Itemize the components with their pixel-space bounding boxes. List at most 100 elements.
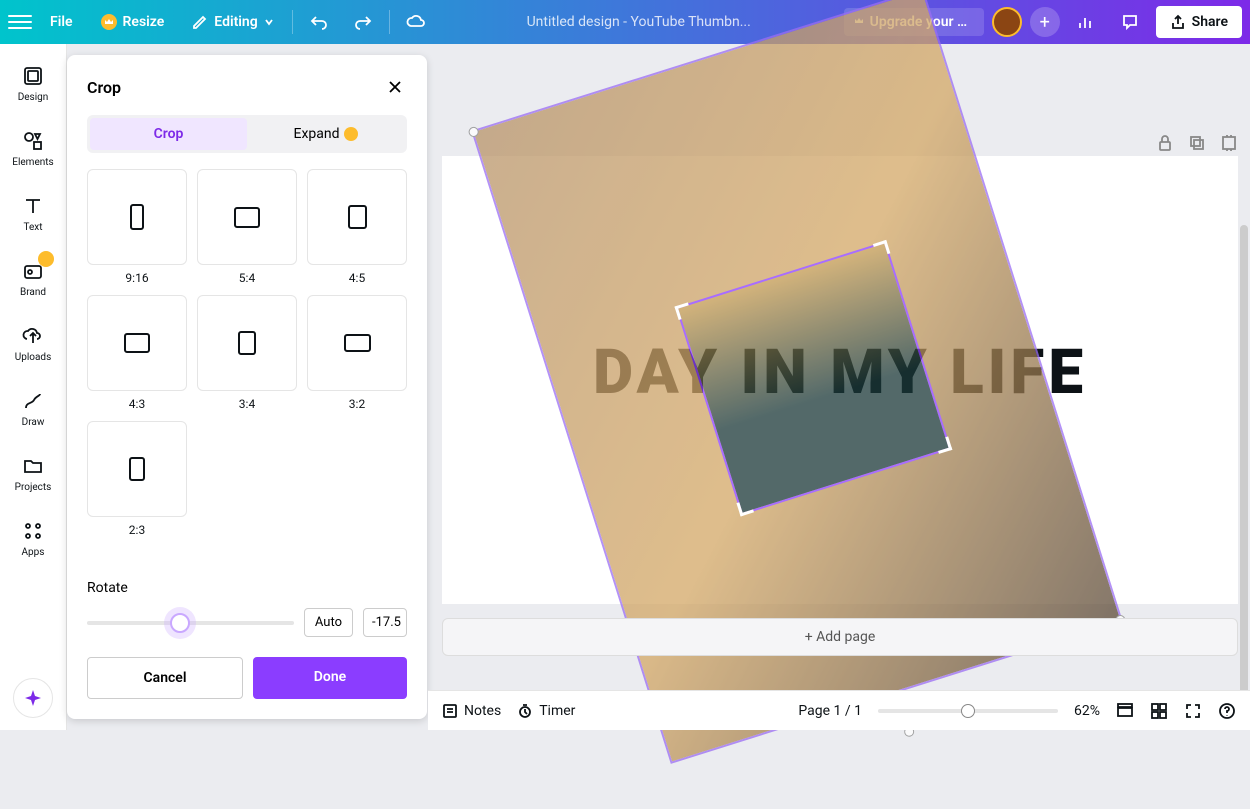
ratio-4-5[interactable]: 4:5 xyxy=(307,169,407,285)
crop-handle-ne[interactable] xyxy=(873,240,891,258)
grid-icon xyxy=(1116,702,1134,720)
ratio-5-4[interactable]: 5:4 xyxy=(197,169,297,285)
sidebar-item-label: Elements xyxy=(12,157,53,168)
rotate-value-input[interactable]: -17.5 xyxy=(363,608,407,637)
rotate-slider-handle[interactable] xyxy=(170,613,190,633)
fullscreen-button[interactable] xyxy=(1184,702,1202,720)
fullscreen-icon xyxy=(1184,702,1202,720)
sidebar-item-label: Draw xyxy=(22,417,45,428)
lock-icon[interactable] xyxy=(1154,132,1176,154)
close-icon xyxy=(387,79,403,95)
uploads-icon xyxy=(21,324,45,348)
analytics-button[interactable] xyxy=(1068,4,1104,40)
sidebar-item-label: Apps xyxy=(22,547,45,558)
divider xyxy=(389,10,390,34)
resize-label: Resize xyxy=(123,14,165,30)
rotate-auto-button[interactable]: Auto xyxy=(304,608,353,637)
ratio-4-3[interactable]: 4:3 xyxy=(87,295,187,411)
menu-icon[interactable] xyxy=(8,10,32,34)
elements-icon xyxy=(21,129,45,153)
ratio-2-3[interactable]: 2:3 xyxy=(87,421,187,537)
sidebar-item-draw[interactable]: Draw xyxy=(0,385,66,432)
notes-label: Notes xyxy=(464,703,501,719)
cancel-button[interactable]: Cancel xyxy=(87,657,243,699)
notes-icon xyxy=(442,703,458,719)
sidebar-item-label: Projects xyxy=(15,482,52,493)
notes-button[interactable]: Notes xyxy=(442,703,501,719)
canvas-area: DAY IN MY LIFE + Add page xyxy=(428,44,1250,690)
crop-selection[interactable] xyxy=(676,241,951,515)
sidebar-item-brand[interactable]: Brand xyxy=(0,255,66,302)
ratio-label: 9:16 xyxy=(125,271,148,285)
help-button[interactable] xyxy=(1218,702,1236,720)
pencil-icon xyxy=(192,14,208,30)
crop-handle-se[interactable] xyxy=(935,436,953,454)
ratio-label: 5:4 xyxy=(239,271,255,285)
redo-button[interactable] xyxy=(345,4,381,40)
crown-icon xyxy=(344,127,358,141)
rotate-slider[interactable] xyxy=(87,621,294,625)
apps-icon xyxy=(21,519,45,543)
grid-view-button[interactable] xyxy=(1116,702,1134,720)
resize-button[interactable]: Resize xyxy=(91,8,175,36)
sidebar-item-label: Brand xyxy=(20,287,46,298)
help-icon xyxy=(1218,702,1236,720)
design-icon xyxy=(21,64,45,88)
crop-footer: Cancel Done xyxy=(87,657,407,699)
ratio-3-4[interactable]: 3:4 xyxy=(197,295,297,411)
close-button[interactable] xyxy=(383,75,407,99)
rotate-section: Rotate Auto -17.5 xyxy=(87,580,407,637)
done-button[interactable]: Done xyxy=(253,657,407,699)
crown-badge-icon xyxy=(38,251,54,267)
magic-button[interactable] xyxy=(13,678,53,718)
sidebar-item-label: Design xyxy=(18,92,49,103)
avatar[interactable] xyxy=(992,7,1022,37)
zoom-value[interactable]: 62% xyxy=(1074,703,1100,719)
crown-icon xyxy=(101,14,117,30)
duplicate-icon[interactable] xyxy=(1186,132,1208,154)
canvas-tools xyxy=(1154,132,1240,154)
thumbnail-icon xyxy=(1150,702,1168,720)
share-icon xyxy=(1170,14,1186,30)
canvas[interactable]: DAY IN MY LIFE xyxy=(442,156,1238,604)
ratio-3-2[interactable]: 3:2 xyxy=(307,295,407,411)
tab-crop[interactable]: Crop xyxy=(90,118,247,150)
ratio-label: 4:3 xyxy=(129,397,145,411)
resize-handle-nw[interactable] xyxy=(467,126,480,139)
add-page-button[interactable]: + Add page xyxy=(442,618,1238,656)
cloud-sync-icon[interactable] xyxy=(398,4,434,40)
crop-tabs: Crop Expand xyxy=(87,115,407,153)
share-button[interactable]: Share xyxy=(1156,6,1242,38)
add-collaborator-button[interactable]: + xyxy=(1030,7,1060,37)
tab-expand[interactable]: Expand xyxy=(247,118,404,150)
timer-button[interactable]: Timer xyxy=(517,703,575,719)
bottom-bar: Notes Timer Page 1 / 1 62% xyxy=(428,690,1250,730)
share-label: Share xyxy=(1192,14,1228,30)
sidebar-item-design[interactable]: Design xyxy=(0,60,66,107)
sidebar-item-apps[interactable]: Apps xyxy=(0,515,66,562)
sidebar-item-text[interactable]: Text xyxy=(0,190,66,237)
thumbnail-view-button[interactable] xyxy=(1150,702,1168,720)
ratio-grid: 9:16 5:4 4:5 4:3 3:4 3:2 2:3 xyxy=(87,169,407,537)
crop-handle-nw[interactable] xyxy=(674,302,692,320)
ratio-9-16[interactable]: 9:16 xyxy=(87,169,187,285)
crop-handle-sw[interactable] xyxy=(736,499,754,517)
expand-page-icon[interactable] xyxy=(1218,132,1240,154)
sidebar-item-uploads[interactable]: Uploads xyxy=(0,320,66,367)
ratio-label: 3:2 xyxy=(349,397,365,411)
zoom-slider[interactable] xyxy=(878,709,1058,713)
file-button[interactable]: File xyxy=(40,8,83,36)
editing-label: Editing xyxy=(214,14,257,30)
undo-button[interactable] xyxy=(301,4,337,40)
editing-button[interactable]: Editing xyxy=(182,8,283,36)
comment-button[interactable] xyxy=(1112,4,1148,40)
sidebar-item-projects[interactable]: Projects xyxy=(0,450,66,497)
zoom-slider-handle[interactable] xyxy=(961,704,975,718)
page-indicator: Page 1 / 1 xyxy=(798,703,862,719)
sidebar-item-elements[interactable]: Elements xyxy=(0,125,66,172)
expand-label: Expand xyxy=(293,126,339,142)
crop-panel: Crop Crop Expand 9:16 5:4 4:5 4:3 3:4 3:… xyxy=(67,55,427,719)
sidebar-item-label: Uploads xyxy=(15,352,51,363)
rotate-controls: Auto -17.5 xyxy=(87,608,407,637)
document-title[interactable]: Untitled design - YouTube Thumbn... xyxy=(442,14,836,30)
